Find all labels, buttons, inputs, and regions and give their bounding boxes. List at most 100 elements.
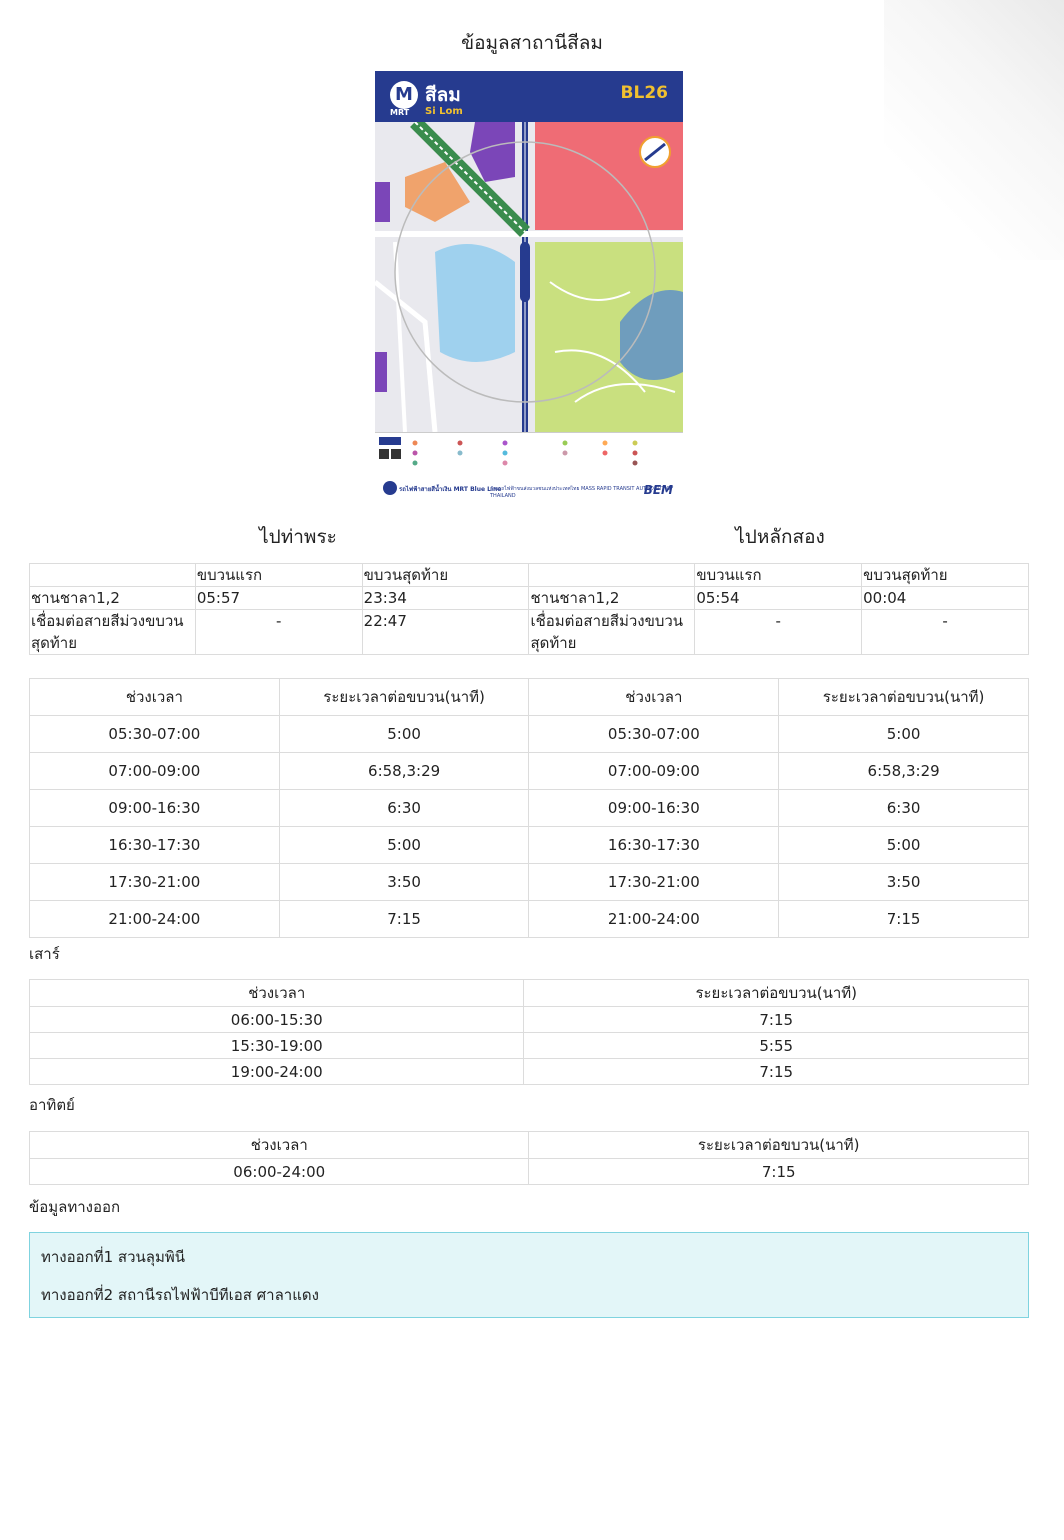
direction-tha-phra: ไปท่าพระ [259, 526, 337, 548]
table-cell: 5:00 [278, 826, 530, 864]
table-cell: 7:15 [278, 900, 530, 938]
table-cell: - [194, 609, 363, 655]
table-cell: 21:00-24:00 [29, 900, 280, 938]
table-cell: 6:30 [278, 789, 530, 827]
exits-panel: ทางออกที่1 สวนลุมพินี ทางออกที่2 สถานีรถ… [29, 1232, 1029, 1318]
table-header-cell: ระยะเวลาต่อขบวน(นาที) [778, 678, 1029, 716]
table-cell: 6:30 [778, 789, 1029, 827]
table-cell: 09:00-16:30 [29, 789, 280, 827]
table-header-cell: ช่วงเวลา [528, 678, 780, 716]
table-cell: 17:30-21:00 [29, 863, 280, 901]
table-row: 07:00-09:00 6:58,3:29 07:00-09:00 6:58,3… [29, 752, 1029, 790]
table-cell: 5:00 [278, 715, 530, 753]
table-header-row: ช่วงเวลา ระยะเวลาต่อขบวน(นาที) [28, 979, 1029, 1007]
table-header-cell [29, 563, 196, 587]
table-cell: 06:00-15:30 [28, 1006, 525, 1033]
table-row: 06:00-24:00 7:15 [28, 1158, 1029, 1185]
table-row: 09:00-16:30 6:30 09:00-16:30 6:30 [29, 789, 1029, 827]
table-row: 05:30-07:00 5:00 05:30-07:00 5:00 [29, 715, 1029, 753]
table-cell: ชานชาลา1,2 [528, 586, 696, 610]
table-cell: 16:30-17:30 [29, 826, 280, 864]
table-cell: 15:30-19:00 [28, 1032, 525, 1059]
saturday-frequency-table: ช่วงเวลา ระยะเวลาต่อขบวน(นาที) 06:00-15:… [28, 979, 1029, 1085]
table-cell: 6:58,3:29 [778, 752, 1029, 790]
table-row: 17:30-21:00 3:50 17:30-21:00 3:50 [29, 863, 1029, 901]
exits-heading: ข้อมูลทางออก [29, 1198, 121, 1216]
table-header-cell: ระยะเวลาต่อขบวน(นาที) [528, 1131, 1029, 1159]
mrt-small-logo [383, 481, 397, 495]
table-cell: 21:00-24:00 [528, 900, 780, 938]
table-cell: 22:47 [361, 609, 530, 655]
table-cell: 6:58,3:29 [278, 752, 530, 790]
table-cell: 5:55 [523, 1032, 1029, 1059]
water-block [435, 244, 515, 362]
map-station-code: BL26 [620, 83, 668, 103]
map-footer: รถไฟฟ้าสายสีน้ำเงิน MRT Blue Line การรถไ… [375, 473, 683, 508]
table-header-cell: ระยะเวลาต่อขบวน(นาที) [278, 678, 530, 716]
table-header-cell: ขบวนสุดท้าย [861, 563, 1029, 587]
page-title: ข้อมูลสาถานีสีลม [461, 32, 603, 54]
sunday-frequency-table: ช่วงเวลา ระยะเวลาต่อขบวน(นาที) 06:00-24:… [28, 1131, 1029, 1185]
table-cell: 7:15 [528, 1158, 1029, 1185]
table-cell: 5:00 [778, 715, 1029, 753]
table-cell: - [861, 609, 1029, 655]
table-row: 21:00-24:00 7:15 21:00-24:00 7:15 [29, 900, 1029, 938]
table-cell: 05:57 [194, 586, 363, 610]
table-row: 19:00-24:00 7:15 [28, 1058, 1029, 1085]
footer-line-name: รถไฟฟ้าสายสีน้ำเงิน MRT Blue Line [399, 486, 502, 493]
table-cell: - [694, 609, 863, 655]
table-cell: 07:00-09:00 [528, 752, 780, 790]
table-cell: 23:34 [361, 586, 530, 610]
table-cell: 7:15 [778, 900, 1029, 938]
table-header-cell: ระยะเวลาต่อขบวน(นาที) [523, 979, 1029, 1007]
table-cell: 05:30-07:00 [29, 715, 280, 753]
table-row: 16:30-17:30 5:00 16:30-17:30 5:00 [29, 826, 1029, 864]
table-cell: 00:04 [861, 586, 1029, 610]
map-area [375, 122, 683, 432]
saturday-heading: เสาร์ [29, 945, 60, 963]
exit-item: ทางออกที่1 สวนลุมพินี [41, 1248, 185, 1266]
table-header-cell: ช่วงเวลา [28, 1131, 530, 1159]
table-cell: 05:54 [694, 586, 863, 610]
table-cell: 07:00-09:00 [29, 752, 280, 790]
table-cell: 7:15 [523, 1006, 1029, 1033]
weekday-frequency-table: ช่วงเวลา ระยะเวลาต่อขบวน(นาที) ช่วงเวลา … [29, 678, 1029, 938]
mrt-logo-text: MRT [390, 108, 410, 117]
table-cell: 7:15 [523, 1058, 1029, 1085]
direction-lak-song: ไปหลักสอง [735, 526, 825, 548]
table-cell: 16:30-17:30 [528, 826, 780, 864]
table-cell: 06:00-24:00 [28, 1158, 530, 1185]
table-row: 06:00-15:30 7:15 [28, 1006, 1029, 1033]
table-cell: ชานชาลา1,2 [29, 586, 196, 610]
table-cell: 5:00 [778, 826, 1029, 864]
table-header-row: ขบวนแรก ขบวนสุดท้าย ขบวนแรก ขบวนสุดท้าย [29, 563, 1029, 587]
mrt-logo: M [390, 81, 418, 109]
table-header-cell: ช่วงเวลา [28, 979, 525, 1007]
table-row: เชื่อมต่อสายสีม่วงขบวนสุดท้าย - 22:47 เช… [29, 609, 1029, 655]
table-cell: 05:30-07:00 [528, 715, 780, 753]
table-header-cell: ช่วงเวลา [29, 678, 280, 716]
table-header-cell: ขบวนแรก [694, 563, 863, 587]
table-header-row: ช่วงเวลา ระยะเวลาต่อขบวน(นาที) [28, 1131, 1029, 1159]
table-row: ชานชาลา1,2 05:57 23:34 ชานชาลา1,2 05:54 … [29, 586, 1029, 610]
table-cell: 19:00-24:00 [28, 1058, 525, 1085]
table-header-cell: ขบวนแรก [194, 563, 363, 587]
table-header-cell: ขบวนสุดท้าย [361, 563, 530, 587]
sunday-heading: อาทิตย์ [29, 1096, 75, 1114]
table-cell: เชื่อมต่อสายสีม่วงขบวนสุดท้าย [528, 609, 696, 655]
table-header-cell [528, 563, 696, 587]
table-cell: 3:50 [278, 863, 530, 901]
map-legend [375, 432, 683, 473]
bem-logo: BEM [643, 483, 673, 497]
table-cell: เชื่อมต่อสายสีม่วงขบวนสุดท้าย [29, 609, 196, 655]
station-map[interactable]: M MRT สีลม Si Lom BL26 รถไฟฟ้าสายสีน้ำเง… [375, 71, 683, 508]
exit-item: ทางออกที่2 สถานีรถไฟฟ้าบีทีเอส ศาลาแดง [41, 1286, 319, 1304]
map-header: M MRT สีลม Si Lom BL26 [375, 71, 683, 122]
station-marker-icon [520, 242, 530, 302]
table-row: 15:30-19:00 5:55 [28, 1032, 1029, 1059]
first-last-train-table: ขบวนแรก ขบวนสุดท้าย ขบวนแรก ขบวนสุดท้าย … [29, 563, 1029, 655]
table-cell: 17:30-21:00 [528, 863, 780, 901]
table-cell: 3:50 [778, 863, 1029, 901]
map-station-name-english: Si Lom [425, 106, 463, 117]
table-header-row: ช่วงเวลา ระยะเวลาต่อขบวน(นาที) ช่วงเวลา … [29, 678, 1029, 716]
